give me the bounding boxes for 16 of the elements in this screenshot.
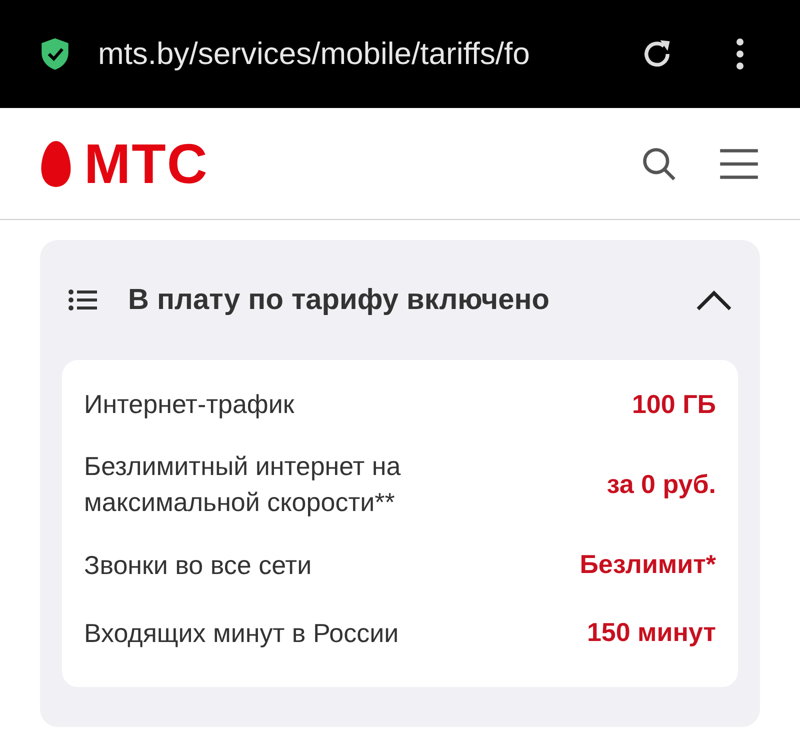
row-value: 150 минут: [586, 617, 716, 648]
chevron-icon[interactable]: [696, 289, 732, 311]
egg-icon: [40, 140, 72, 188]
row-value: за 0 руб.: [606, 468, 716, 500]
row-value: Безлимит*: [580, 549, 716, 580]
shield-icon: [40, 37, 70, 71]
row-label: Входящих минут в России: [84, 616, 399, 650]
row-label: Безлимитный интернет на максимальной скорости**: [84, 450, 402, 520]
more-icon[interactable]: [736, 38, 744, 70]
menu-icon[interactable]: [718, 146, 760, 180]
row-label: Интернет-трафик: [84, 388, 294, 421]
section-title: В плату по тарифу включено: [128, 284, 550, 316]
row-label: Звонки во все сети: [84, 548, 312, 582]
row-value: 100 ГБ: [632, 388, 716, 420]
list-icon: [68, 289, 98, 311]
logo-text[interactable]: МТС: [84, 136, 208, 192]
